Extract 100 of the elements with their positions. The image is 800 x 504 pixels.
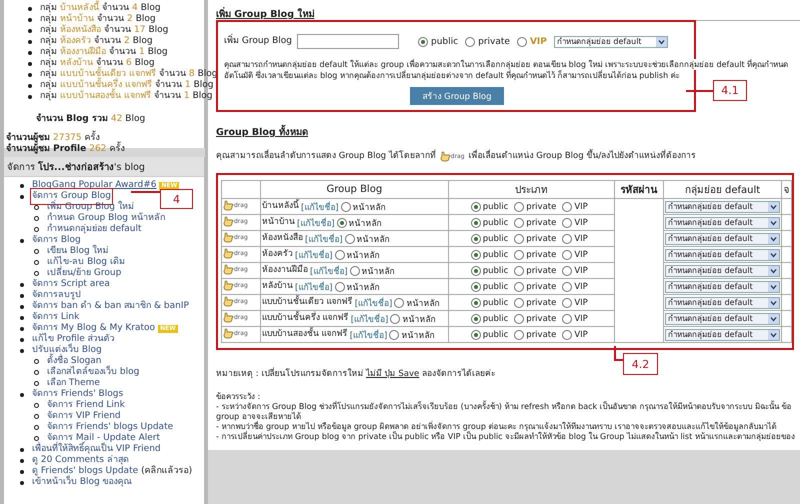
radio-label[interactable]: VIP <box>574 330 588 340</box>
radio-label[interactable]: หน้าหลัก <box>348 216 382 230</box>
radio-label[interactable]: VIP <box>574 218 588 228</box>
radio-button[interactable] <box>562 314 572 324</box>
radio-label[interactable]: public <box>482 234 508 244</box>
radio-label[interactable]: หน้าหลัก <box>406 296 440 310</box>
subgroup-select[interactable]: กำหนดกลุ่มย่อย default <box>554 36 668 48</box>
radio-button[interactable] <box>562 282 572 292</box>
radio-label[interactable]: public <box>482 266 508 276</box>
menu-link[interactable]: เปลี่ยน/ย้าย Group <box>47 267 122 280</box>
radio-button[interactable] <box>562 330 572 340</box>
edit-name-link[interactable]: [แก้ไขชื่อ] <box>294 248 333 262</box>
subgroup-select[interactable]: กำหนดกลุ่มย่อย default <box>665 216 780 228</box>
edit-name-link[interactable]: [แก้ไขชื่อ] <box>294 280 333 294</box>
radio-button[interactable] <box>470 330 481 340</box>
menu-link[interactable]: จัดการ Blog <box>32 234 81 247</box>
radio-button[interactable] <box>514 218 524 228</box>
radio-button[interactable] <box>514 202 524 212</box>
radio-label[interactable]: private <box>526 234 556 244</box>
subgroup-select[interactable]: กำหนดกลุ่มย่อย default <box>665 312 780 324</box>
radio-button[interactable] <box>470 266 481 276</box>
radio-label[interactable]: VIP <box>574 266 588 276</box>
edit-name-link[interactable]: [แก้ไขชื่อ] <box>350 328 388 342</box>
radio-button[interactable] <box>390 314 400 324</box>
radio-button[interactable] <box>470 234 481 244</box>
radio-button[interactable] <box>514 298 524 308</box>
subgroup-select[interactable]: กำหนดกลุ่มย่อย default <box>665 248 780 260</box>
menu-link[interactable]: จัดการ Friend Link <box>47 399 125 412</box>
edit-name-link[interactable]: [แก้ไขชื่อ] <box>310 264 348 278</box>
radio-label[interactable]: private <box>478 36 510 46</box>
menu-link[interactable]: จัดการ ban ดำ & ban สมาชิก & banIP <box>32 300 189 313</box>
radio-label[interactable]: public <box>431 36 458 46</box>
radio-label[interactable]: หน้าหลัก <box>356 232 390 246</box>
menu-link[interactable]: เพื่อนที่ให้สิทธิ์คุณเป็น VIP Friend <box>32 443 161 456</box>
radio-button[interactable] <box>562 234 572 244</box>
radio-button[interactable] <box>516 36 527 46</box>
radio-label[interactable]: private <box>526 266 556 276</box>
radio-button[interactable] <box>562 202 572 212</box>
radio-button[interactable] <box>336 218 347 228</box>
menu-link[interactable]: จัดการ Link <box>32 311 80 324</box>
radio-button[interactable] <box>514 266 524 276</box>
subgroup-select[interactable]: กำหนดกลุ่มย่อย default <box>665 328 780 340</box>
radio-label[interactable]: หน้าหลัก <box>401 328 434 342</box>
radio-button[interactable] <box>334 282 345 292</box>
radio-label[interactable]: public <box>482 202 508 212</box>
radio-label[interactable]: VIP <box>574 250 588 260</box>
menu-link[interactable]: เลือกสไตล์ของเว็บ blog <box>47 366 140 379</box>
radio-label[interactable]: หน้าหลัก <box>346 280 380 294</box>
radio-label[interactable]: private <box>526 330 556 340</box>
menu-link[interactable]: จัดการ Friends' blogs Update <box>47 421 174 434</box>
radio-label[interactable]: public <box>482 282 508 292</box>
radio-label[interactable]: VIP <box>574 298 588 308</box>
edit-name-link[interactable]: [แก้ไขชื่อ] <box>304 232 343 246</box>
radio-label[interactable]: VIP <box>574 234 588 244</box>
menu-link[interactable]: กำหนดกลุ่มย่อย default <box>47 223 142 236</box>
radio-button[interactable] <box>514 330 524 340</box>
radio-label[interactable]: หน้าหลัก <box>362 264 395 278</box>
menu-link[interactable]: เลือก Theme <box>47 377 100 390</box>
radio-button[interactable] <box>470 218 481 228</box>
edit-name-link[interactable]: [แก้ไขชื่อ] <box>350 312 388 326</box>
radio-button[interactable] <box>562 250 572 260</box>
subgroup-select[interactable]: กำหนดกลุ่มย่อย default <box>665 200 780 212</box>
radio-button[interactable] <box>562 298 572 308</box>
radio-label[interactable]: VIP <box>574 202 588 212</box>
menu-link[interactable]: จัดการ VIP Friend <box>47 410 121 423</box>
menu-link[interactable]: ดู 20 Comments ล่าสุด <box>32 454 129 467</box>
radio-label[interactable]: VIP <box>574 282 588 292</box>
group-name-field[interactable] <box>297 34 400 49</box>
radio-button[interactable] <box>514 314 524 324</box>
radio-label[interactable]: public <box>482 250 508 260</box>
edit-name-link[interactable]: [แก้ไขชื่อ] <box>354 296 392 310</box>
radio-label[interactable]: private <box>526 298 556 308</box>
radio-button[interactable] <box>344 234 355 244</box>
radio-button[interactable] <box>470 314 481 324</box>
radio-label[interactable]: private <box>526 250 556 260</box>
radio-button[interactable] <box>394 298 404 308</box>
menu-link[interactable]: เพิ่ม Group Blog ใหม่ <box>47 201 134 214</box>
radio-button[interactable] <box>562 266 572 276</box>
create-group-button[interactable]: สร้าง Group Blog <box>410 87 504 105</box>
radio-label[interactable]: หน้าหลัก <box>402 312 436 326</box>
subgroup-select[interactable]: กำหนดกลุ่มย่อย default <box>665 296 780 308</box>
menu-link[interactable]: จัดการลบรูป <box>32 289 81 302</box>
radio-label[interactable]: public <box>482 218 508 228</box>
no-save-link[interactable]: ไม่มี ปุ่ม Save <box>366 369 420 379</box>
radio-button[interactable] <box>465 36 476 46</box>
radio-label[interactable]: private <box>526 202 556 212</box>
radio-label[interactable]: public <box>482 330 508 340</box>
radio-label[interactable]: private <box>526 218 556 228</box>
radio-button[interactable] <box>418 36 428 46</box>
radio-button[interactable] <box>470 202 481 212</box>
radio-button[interactable] <box>562 218 572 228</box>
subgroup-select[interactable]: กำหนดกลุ่มย่อย default <box>665 264 780 276</box>
radio-button[interactable] <box>350 266 360 276</box>
radio-label[interactable]: public <box>482 298 508 308</box>
radio-button[interactable] <box>470 298 481 308</box>
radio-label[interactable]: หน้าหลัก <box>352 200 386 214</box>
radio-button[interactable] <box>514 250 524 260</box>
radio-button[interactable] <box>340 202 351 212</box>
menu-link[interactable]: จัดการ Friends' Blogs <box>32 388 124 401</box>
radio-button[interactable] <box>514 282 524 292</box>
